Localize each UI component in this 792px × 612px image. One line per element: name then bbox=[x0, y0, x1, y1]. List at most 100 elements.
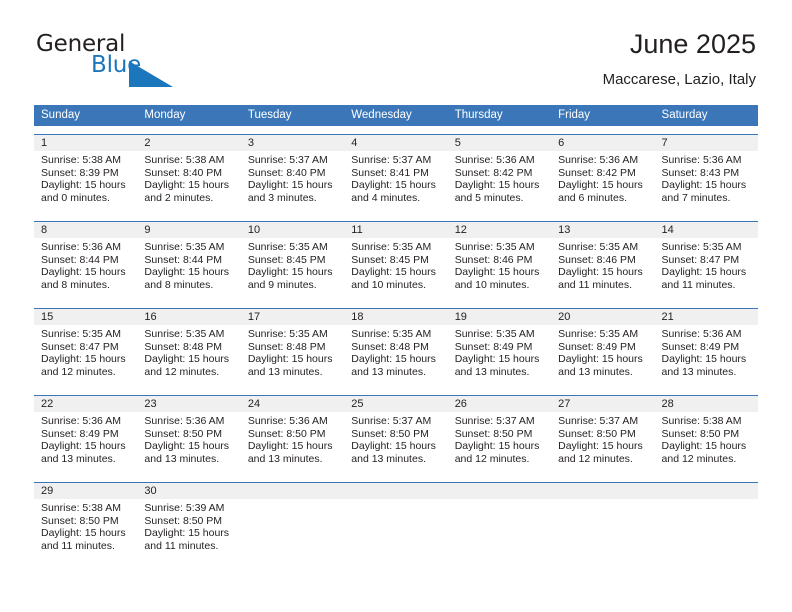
day-cell[interactable]: Sunrise: 5:35 AM Sunset: 8:46 PM Dayligh… bbox=[448, 238, 551, 300]
day-number[interactable]: 30 bbox=[137, 483, 240, 499]
day-number[interactable]: 12 bbox=[448, 222, 551, 238]
day-cell[interactable]: Sunrise: 5:36 AM Sunset: 8:49 PM Dayligh… bbox=[34, 412, 137, 474]
calendar-page: General Blue June 2025 Maccarese, Lazio,… bbox=[0, 0, 792, 612]
day-number[interactable]: 6 bbox=[551, 135, 654, 151]
day-cell[interactable]: Sunrise: 5:37 AM Sunset: 8:41 PM Dayligh… bbox=[344, 151, 447, 213]
day-number[interactable]: 21 bbox=[655, 309, 758, 325]
daylight-text-line2: and 13 minutes. bbox=[661, 365, 737, 378]
day-number[interactable]: 9 bbox=[137, 222, 240, 238]
day-number[interactable]: 5 bbox=[448, 135, 551, 151]
day-number[interactable]: 27 bbox=[551, 396, 654, 412]
day-cell[interactable]: Sunrise: 5:36 AM Sunset: 8:42 PM Dayligh… bbox=[551, 151, 654, 213]
day-cell[interactable]: Sunrise: 5:36 AM Sunset: 8:50 PM Dayligh… bbox=[137, 412, 240, 474]
sunrise-text: Sunrise: 5:36 AM bbox=[661, 328, 742, 340]
day-cell[interactable]: Sunrise: 5:36 AM Sunset: 8:49 PM Dayligh… bbox=[655, 325, 758, 387]
daylight-text-line1: Daylight: 15 hours bbox=[661, 266, 747, 279]
day-number[interactable]: 4 bbox=[344, 135, 447, 151]
day-cell[interactable]: Sunrise: 5:35 AM Sunset: 8:45 PM Dayligh… bbox=[344, 238, 447, 300]
daylight-text-line2: and 4 minutes. bbox=[351, 191, 421, 204]
day-cell[interactable]: Sunrise: 5:36 AM Sunset: 8:42 PM Dayligh… bbox=[448, 151, 551, 213]
day-cell[interactable]: Sunrise: 5:35 AM Sunset: 8:49 PM Dayligh… bbox=[448, 325, 551, 387]
day-cell[interactable]: Sunrise: 5:37 AM Sunset: 8:50 PM Dayligh… bbox=[551, 412, 654, 474]
daylight-text-line2: and 7 minutes. bbox=[661, 191, 731, 204]
day-number[interactable]: 17 bbox=[241, 309, 344, 325]
day-number[interactable]: 11 bbox=[344, 222, 447, 238]
weekday-header-monday: Monday bbox=[144, 109, 186, 121]
day-cell[interactable]: Sunrise: 5:37 AM Sunset: 8:50 PM Dayligh… bbox=[448, 412, 551, 474]
day-cell[interactable]: Sunrise: 5:35 AM Sunset: 8:47 PM Dayligh… bbox=[655, 238, 758, 300]
day-number[interactable]: 23 bbox=[137, 396, 240, 412]
day-cell[interactable]: Sunrise: 5:35 AM Sunset: 8:45 PM Dayligh… bbox=[241, 238, 344, 300]
day-number[interactable]: 7 bbox=[655, 135, 758, 151]
daylight-text-line2: and 12 minutes. bbox=[558, 452, 633, 465]
day-number[interactable]: 22 bbox=[34, 396, 137, 412]
day-number[interactable]: 24 bbox=[241, 396, 344, 412]
day-cell[interactable]: Sunrise: 5:35 AM Sunset: 8:47 PM Dayligh… bbox=[34, 325, 137, 387]
daylight-text-line1: Daylight: 15 hours bbox=[454, 440, 540, 453]
day-number[interactable]: 2 bbox=[137, 135, 240, 151]
week-daynumber-band: 1 2 3 4 5 6 7 bbox=[34, 135, 758, 151]
sunset-text: Sunset: 8:50 PM bbox=[247, 427, 326, 440]
daylight-text-line1: Daylight: 15 hours bbox=[351, 353, 436, 366]
day-number[interactable]: 19 bbox=[448, 309, 551, 325]
day-number[interactable]: 10 bbox=[241, 222, 344, 238]
calendar-grid: Sunday Monday Tuesday Wednesday Thursday… bbox=[34, 105, 758, 561]
sunrise-text: Sunrise: 5:35 AM bbox=[454, 328, 535, 340]
sunrise-text: Sunrise: 5:35 AM bbox=[247, 328, 328, 340]
daylight-text-line2: and 8 minutes. bbox=[144, 278, 214, 291]
day-number[interactable]: 26 bbox=[448, 396, 551, 412]
day-cell-empty bbox=[448, 499, 551, 561]
day-cell[interactable]: Sunrise: 5:37 AM Sunset: 8:50 PM Dayligh… bbox=[344, 412, 447, 474]
daylight-text-line1: Daylight: 15 hours bbox=[661, 440, 747, 453]
sunset-text: Sunset: 8:48 PM bbox=[144, 340, 223, 353]
day-cell-empty bbox=[655, 499, 758, 561]
general-blue-logo[interactable]: General Blue bbox=[36, 33, 196, 87]
day-number[interactable]: 20 bbox=[551, 309, 654, 325]
day-cell[interactable]: Sunrise: 5:35 AM Sunset: 8:48 PM Dayligh… bbox=[344, 325, 447, 387]
day-cell[interactable]: Sunrise: 5:36 AM Sunset: 8:50 PM Dayligh… bbox=[241, 412, 344, 474]
day-cell[interactable]: Sunrise: 5:35 AM Sunset: 8:48 PM Dayligh… bbox=[241, 325, 344, 387]
day-number[interactable]: 25 bbox=[344, 396, 447, 412]
sunset-text: Sunset: 8:50 PM bbox=[144, 427, 223, 440]
day-number[interactable]: 8 bbox=[34, 222, 137, 238]
sunrise-text: Sunrise: 5:36 AM bbox=[558, 154, 639, 166]
day-cell[interactable]: Sunrise: 5:39 AM Sunset: 8:50 PM Dayligh… bbox=[137, 499, 240, 561]
weekday-header-sunday: Sunday bbox=[41, 109, 81, 121]
daylight-text-line2: and 5 minutes. bbox=[454, 191, 524, 204]
sunrise-text: Sunrise: 5:36 AM bbox=[41, 241, 121, 253]
sunset-text: Sunset: 8:50 PM bbox=[661, 427, 740, 440]
day-cell[interactable]: Sunrise: 5:36 AM Sunset: 8:44 PM Dayligh… bbox=[34, 238, 137, 300]
day-cell[interactable]: Sunrise: 5:35 AM Sunset: 8:44 PM Dayligh… bbox=[137, 238, 240, 300]
day-number[interactable]: 15 bbox=[34, 309, 137, 325]
sunrise-text: Sunrise: 5:35 AM bbox=[144, 241, 225, 253]
day-cell[interactable]: Sunrise: 5:38 AM Sunset: 8:50 PM Dayligh… bbox=[34, 499, 137, 561]
day-number[interactable]: 16 bbox=[137, 309, 240, 325]
page-title: June 2025 bbox=[629, 29, 756, 59]
day-cell[interactable]: Sunrise: 5:35 AM Sunset: 8:46 PM Dayligh… bbox=[551, 238, 654, 300]
day-number[interactable]: 18 bbox=[344, 309, 447, 325]
day-number-empty bbox=[448, 483, 551, 499]
day-number[interactable]: 3 bbox=[241, 135, 344, 151]
daylight-text-line1: Daylight: 15 hours bbox=[41, 179, 126, 192]
day-cell[interactable]: Sunrise: 5:38 AM Sunset: 8:39 PM Dayligh… bbox=[34, 151, 137, 213]
day-cell[interactable]: Sunrise: 5:38 AM Sunset: 8:50 PM Dayligh… bbox=[655, 412, 758, 474]
day-cell[interactable]: Sunrise: 5:37 AM Sunset: 8:40 PM Dayligh… bbox=[241, 151, 344, 213]
day-cell[interactable]: Sunrise: 5:35 AM Sunset: 8:49 PM Dayligh… bbox=[551, 325, 654, 387]
day-number[interactable]: 14 bbox=[655, 222, 758, 238]
daylight-text-line2: and 9 minutes. bbox=[247, 278, 317, 291]
sunset-text: Sunset: 8:47 PM bbox=[41, 340, 119, 353]
sunset-text: Sunset: 8:42 PM bbox=[454, 166, 533, 179]
day-cell[interactable]: Sunrise: 5:35 AM Sunset: 8:48 PM Dayligh… bbox=[137, 325, 240, 387]
sunrise-text: Sunrise: 5:36 AM bbox=[144, 415, 225, 427]
day-cell[interactable]: Sunrise: 5:36 AM Sunset: 8:43 PM Dayligh… bbox=[655, 151, 758, 213]
day-number[interactable]: 13 bbox=[551, 222, 654, 238]
sunrise-text: Sunrise: 5:35 AM bbox=[351, 241, 432, 253]
day-number[interactable]: 29 bbox=[34, 483, 137, 499]
daylight-text-line2: and 11 minutes. bbox=[144, 539, 219, 552]
day-number[interactable]: 1 bbox=[34, 135, 137, 151]
day-number[interactable]: 28 bbox=[655, 396, 758, 412]
week-detail-row: Sunrise: 5:36 AM Sunset: 8:44 PM Dayligh… bbox=[34, 238, 758, 300]
daylight-text-line1: Daylight: 15 hours bbox=[558, 266, 643, 279]
day-cell[interactable]: Sunrise: 5:38 AM Sunset: 8:40 PM Dayligh… bbox=[137, 151, 240, 213]
sunset-text: Sunset: 8:49 PM bbox=[558, 340, 636, 353]
